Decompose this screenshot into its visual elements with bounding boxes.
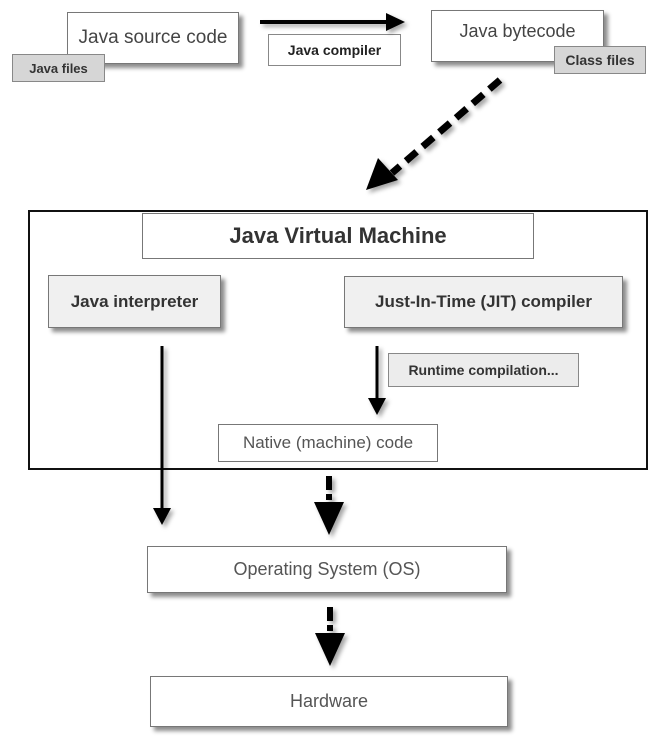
runtime-compilation-tag: Runtime compilation...	[388, 353, 579, 387]
class-files-tag: Class files	[554, 46, 646, 74]
java-compiler-label: Java compiler	[287, 42, 382, 58]
operating-system-box: Operating System (OS)	[147, 546, 507, 593]
java-interpreter-box: Java interpreter	[48, 275, 221, 328]
java-interpreter-label: Java interpreter	[70, 291, 199, 311]
java-files-label: Java files	[29, 60, 88, 76]
jvm-title: Java Virtual Machine	[229, 223, 447, 248]
native-code-box: Native (machine) code	[218, 424, 438, 462]
jvm-title-box: Java Virtual Machine	[142, 213, 534, 259]
java-source-code-label: Java source code	[78, 27, 228, 48]
compile-arrow	[260, 13, 405, 31]
class-files-label: Class files	[565, 52, 635, 68]
native-to-os-arrow	[314, 476, 344, 535]
jit-compiler-label: Just-In-Time (JIT) compiler	[375, 292, 592, 311]
jit-compiler-box: Just-In-Time (JIT) compiler	[344, 276, 623, 328]
java-compiler-label-box: Java compiler	[268, 34, 401, 66]
operating-system-label: Operating System (OS)	[233, 559, 421, 579]
native-code-label: Native (machine) code	[242, 433, 414, 452]
bytecode-to-jvm-arrow	[366, 77, 503, 190]
runtime-compilation-label: Runtime compilation...	[408, 362, 559, 378]
hardware-box: Hardware	[150, 676, 508, 727]
hardware-label: Hardware	[289, 691, 369, 711]
os-to-hardware-arrow	[315, 607, 345, 666]
java-files-tag: Java files	[12, 54, 105, 82]
java-bytecode-label: Java bytecode	[459, 20, 576, 41]
